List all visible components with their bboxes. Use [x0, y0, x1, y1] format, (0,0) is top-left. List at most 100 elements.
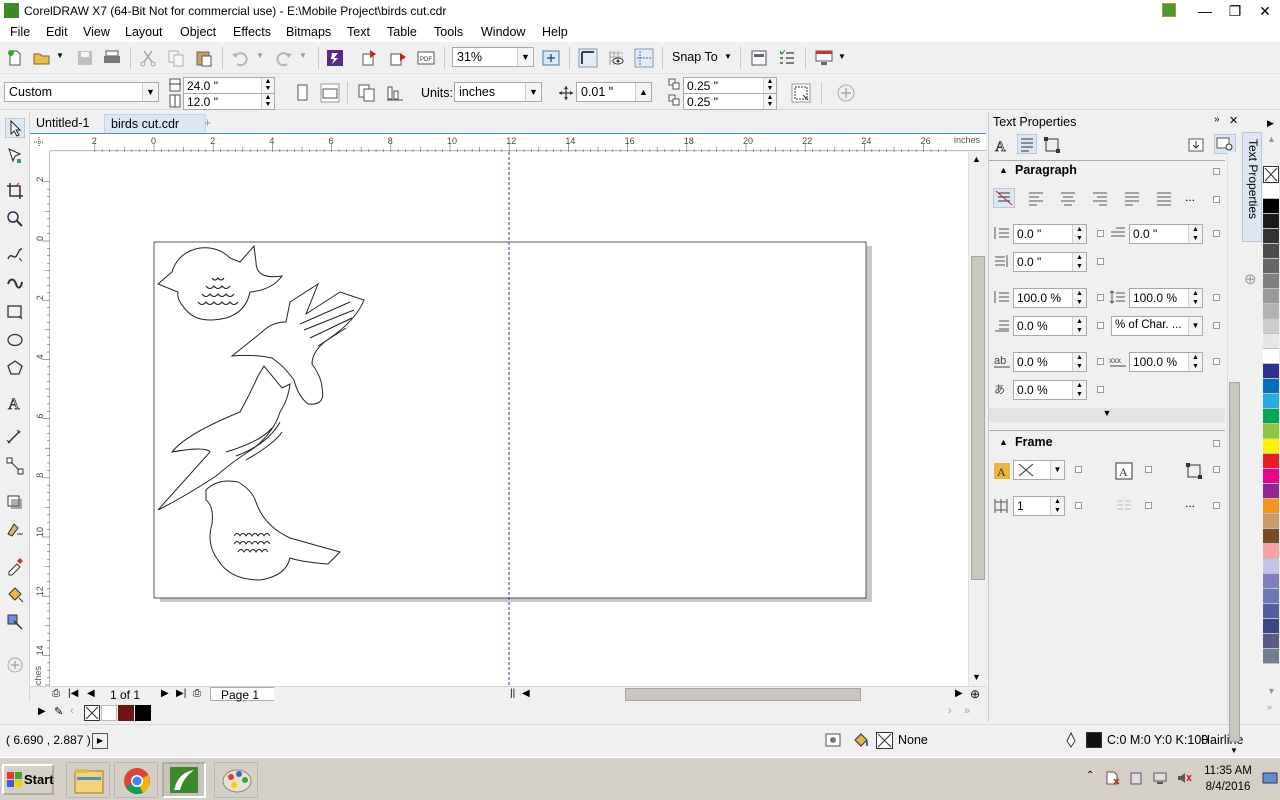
- palette-swatch[interactable]: [1263, 634, 1279, 649]
- import-icon[interactable]: [360, 48, 380, 68]
- snap-to-label[interactable]: Snap To: [672, 50, 718, 64]
- spacing-unit-dropdown[interactable]: % of Char. ... ▼: [1111, 316, 1203, 336]
- application-launcher-icon[interactable]: [777, 48, 797, 68]
- palette-swatch[interactable]: [1263, 304, 1279, 319]
- docker-scrollbar[interactable]: ▼: [1227, 152, 1241, 755]
- docker-scroll-thumb[interactable]: [1229, 382, 1240, 742]
- frame-background-color-dropdown[interactable]: ▼: [1013, 460, 1065, 480]
- white-swatch[interactable]: [101, 705, 117, 721]
- nudge-spinner[interactable]: ▲: [635, 83, 651, 101]
- menu-object[interactable]: Object: [180, 25, 216, 39]
- palette-swatch[interactable]: [1263, 394, 1279, 409]
- paragraph-section-checkbox[interactable]: [1213, 168, 1220, 175]
- page-tab-1[interactable]: Page 1: [210, 687, 274, 702]
- frame-background-checkbox[interactable]: [1075, 466, 1082, 473]
- chevron-down-icon[interactable]: ▼: [525, 83, 541, 101]
- paste-icon[interactable]: [194, 48, 214, 68]
- show-grid-icon[interactable]: [606, 48, 626, 68]
- first-line-indent-field[interactable]: 0.0 " ▲ ▼: [1129, 224, 1203, 244]
- taskbar-coreldraw[interactable]: [162, 762, 206, 798]
- vertical-alignment-checkbox[interactable]: [1145, 466, 1152, 473]
- volume-muted-icon[interactable]: [1176, 770, 1192, 786]
- insert-page-after-icon[interactable]: ⎙: [193, 688, 201, 699]
- current-page-icon[interactable]: [385, 83, 405, 103]
- palette-no-color-swatch[interactable]: [1263, 166, 1279, 183]
- horizontal-ruler[interactable]: 2 0 2 4 6 8 10 12 14 16 18 20 22 24 26 inches: [50, 133, 986, 152]
- pick-tool-icon[interactable]: [5, 118, 25, 138]
- columns-spinner[interactable]: ▲ ▼: [1050, 497, 1064, 515]
- clock-date[interactable]: 8/4/2016: [1198, 781, 1258, 793]
- after-paragraph-checkbox[interactable]: [1097, 322, 1104, 329]
- after-paragraph-spinner[interactable]: ▲ ▼: [1072, 317, 1086, 335]
- word-spacing-checkbox[interactable]: [1213, 358, 1220, 365]
- taskbar-chrome[interactable]: [114, 762, 158, 798]
- spacing-unit-checkbox[interactable]: [1213, 322, 1220, 329]
- connector-tool-icon[interactable]: [5, 456, 25, 476]
- drop-shadow-tool-icon[interactable]: [5, 493, 25, 513]
- chevron-down-icon[interactable]: ▼: [1050, 461, 1064, 479]
- page-height-field[interactable]: 12.0 " ▲ ▼: [183, 93, 275, 110]
- palette-swatch[interactable]: [1263, 379, 1279, 394]
- zoom-level-combo[interactable]: 31% ▼: [452, 47, 534, 67]
- full-screen-preview-icon[interactable]: [541, 48, 561, 68]
- smart-fill-tool-icon[interactable]: [5, 612, 25, 632]
- menu-window[interactable]: Window: [481, 25, 525, 39]
- previous-page-icon[interactable]: ◀: [87, 688, 95, 699]
- tab-untitled-1[interactable]: Untitled-1: [30, 114, 96, 133]
- palette-swatch[interactable]: [1263, 214, 1279, 229]
- add-tool-icon[interactable]: [5, 655, 25, 675]
- palette-scroll-right-icon[interactable]: ›: [948, 705, 952, 717]
- before-paragraph-spinner[interactable]: ▲ ▼: [1072, 289, 1086, 307]
- palette-scroll-left-icon[interactable]: ‹: [70, 705, 74, 717]
- show-guidelines-icon[interactable]: [634, 48, 654, 68]
- chevron-down-icon[interactable]: ▼: [1188, 317, 1202, 335]
- left-indent-field[interactable]: 0.0 " ▲ ▼: [1013, 224, 1087, 244]
- transparency-tool-icon[interactable]: [5, 520, 25, 540]
- menu-text[interactable]: Text: [347, 25, 370, 39]
- language-spacing-spinner[interactable]: ▲ ▼: [1072, 381, 1086, 399]
- zoom-tool-icon[interactable]: [5, 209, 25, 229]
- add-docker-icon[interactable]: ⊕: [1244, 270, 1257, 288]
- paragraph-tab-icon[interactable]: [1017, 134, 1037, 154]
- frame-collapse-icon[interactable]: ▲: [999, 437, 1008, 447]
- palette-swatch[interactable]: [1263, 589, 1279, 604]
- palette-eyedropper-icon[interactable]: ✎: [54, 705, 63, 718]
- outline-pen-icon[interactable]: [1064, 732, 1078, 748]
- welcome-screen-icon[interactable]: [814, 48, 834, 68]
- undo-icon[interactable]: [230, 48, 250, 68]
- duplicate-distance-x-field[interactable]: 0.25 " ▲ ▼: [683, 77, 777, 94]
- palette-swatch[interactable]: [1263, 229, 1279, 244]
- redo-dropdown-icon[interactable]: ▼: [299, 51, 307, 60]
- publish-pdf-icon[interactable]: PDF: [416, 48, 436, 68]
- docker-scroll-down-icon[interactable]: ▼: [1230, 746, 1238, 755]
- horizontal-scroll-thumb[interactable]: [625, 688, 861, 701]
- character-spacing-checkbox[interactable]: [1097, 358, 1104, 365]
- no-color-swatch[interactable]: [84, 705, 100, 721]
- color-proof-icon[interactable]: [825, 732, 841, 748]
- line-spacing-field[interactable]: 100.0 % ▲ ▼: [1129, 288, 1203, 308]
- dark-red-swatch[interactable]: [118, 705, 134, 721]
- landscape-icon[interactable]: [320, 83, 340, 103]
- palette-swatch[interactable]: [1263, 544, 1279, 559]
- palette-swatch[interactable]: [1263, 334, 1279, 349]
- treat-as-filled-icon[interactable]: [791, 83, 811, 103]
- palette-swatch[interactable]: [1263, 499, 1279, 514]
- after-paragraph-spacing-field[interactable]: 0.0 % ▲ ▼: [1013, 316, 1087, 336]
- tray-expand-icon[interactable]: ⌃: [1086, 770, 1094, 781]
- units-combo[interactable]: inches ▼: [454, 82, 542, 102]
- menu-help[interactable]: Help: [542, 25, 568, 39]
- palette-swatch[interactable]: [1263, 409, 1279, 424]
- palette-swatch[interactable]: [1263, 454, 1279, 469]
- right-indent-spinner[interactable]: ▲ ▼: [1072, 253, 1086, 271]
- paragraph-expand-icon[interactable]: ▼: [989, 408, 1225, 422]
- palette-swatch[interactable]: [1263, 649, 1279, 664]
- palette-swatch[interactable]: [1263, 319, 1279, 334]
- black-swatch[interactable]: [135, 705, 151, 721]
- show-rulers-icon[interactable]: [578, 48, 598, 68]
- hscroll-splitter-icon[interactable]: ||: [510, 688, 515, 699]
- left-indent-checkbox[interactable]: [1097, 230, 1104, 237]
- clock-time[interactable]: 11:35 AM: [1198, 765, 1258, 777]
- open-dropdown-icon[interactable]: ▼: [56, 51, 64, 60]
- palette-scroll-down-icon[interactable]: ▼: [1267, 686, 1276, 696]
- frame-more-checkbox[interactable]: [1213, 502, 1220, 509]
